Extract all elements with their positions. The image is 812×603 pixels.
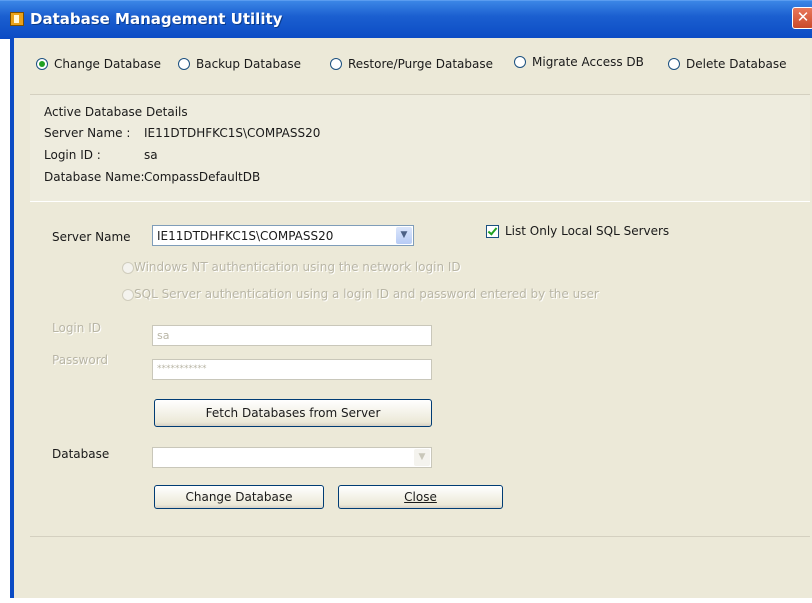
window-bottom-edge: [10, 598, 812, 603]
radio-change-database[interactable]: Change Database: [36, 57, 161, 71]
close-button-label: Close: [404, 490, 437, 504]
close-window-button[interactable]: ✕: [792, 7, 812, 29]
radio-sql-auth[interactable]: [122, 289, 134, 301]
details-server-label: Server Name :: [44, 126, 131, 140]
details-login-label: Login ID :: [44, 148, 101, 162]
radio-migrate-access-db[interactable]: Migrate Access DB: [514, 55, 644, 69]
window-title: Database Management Utility: [30, 10, 283, 28]
radio-circle[interactable]: [178, 58, 190, 70]
radio-restore-purge-database[interactable]: Restore/Purge Database: [330, 57, 493, 71]
details-heading: Active Database Details: [44, 105, 188, 119]
connection-form: Server Name IE11DTDHFKC1S\COMPASS20 ▼ Li…: [30, 201, 810, 537]
details-database-value: CompassDefaultDB: [144, 170, 261, 184]
list-local-sql-servers-checkbox[interactable]: List Only Local SQL Servers: [486, 224, 669, 238]
sql-auth-label: SQL Server authentication using a login …: [134, 287, 599, 301]
radio-label: Restore/Purge Database: [348, 57, 494, 71]
password-input[interactable]: ***********: [152, 359, 432, 380]
password-value: ***********: [157, 364, 207, 374]
radio-circle[interactable]: [330, 58, 342, 70]
details-login-value: sa: [144, 148, 158, 162]
chevron-down-icon[interactable]: ▼: [414, 449, 430, 466]
radio-label: Delete Database: [686, 57, 787, 71]
database-label: Database: [52, 447, 110, 461]
server-name-dropdown[interactable]: IE11DTDHFKC1S\COMPASS20 ▼: [152, 225, 414, 246]
operation-radio-group: Change Database Backup Database Restore/…: [14, 38, 812, 88]
radio-circle[interactable]: [514, 56, 526, 68]
login-id-value: sa: [157, 329, 170, 342]
server-name-label: Server Name: [52, 230, 131, 244]
close-button[interactable]: Close: [338, 485, 503, 509]
radio-circle-checked[interactable]: [36, 58, 48, 70]
login-id-label: Login ID: [52, 321, 101, 335]
windows-auth-label: Windows NT authentication using the netw…: [134, 260, 461, 274]
radio-circle[interactable]: [668, 58, 680, 70]
database-dropdown[interactable]: ▼: [152, 447, 432, 468]
chevron-down-icon[interactable]: ▼: [396, 227, 412, 244]
password-label: Password: [52, 353, 109, 367]
radio-delete-database[interactable]: Delete Database: [668, 57, 787, 71]
login-id-input[interactable]: sa: [152, 325, 432, 346]
change-database-button[interactable]: Change Database: [154, 485, 324, 509]
details-database-label: Database Name:: [44, 170, 145, 184]
radio-label: Change Database: [54, 57, 162, 71]
radio-label: Backup Database: [196, 57, 302, 71]
radio-label: Migrate Access DB: [532, 55, 644, 69]
app-icon: [10, 12, 24, 26]
title-bar[interactable]: Database Management Utility ✕: [0, 0, 812, 39]
server-name-value: IE11DTDHFKC1S\COMPASS20: [157, 229, 334, 243]
checkbox-checked-icon[interactable]: [486, 224, 499, 238]
list-local-label: List Only Local SQL Servers: [505, 224, 670, 238]
details-server-value: IE11DTDHFKC1S\COMPASS20: [144, 126, 321, 140]
fetch-databases-button[interactable]: Fetch Databases from Server: [154, 399, 432, 427]
window-body: Change Database Backup Database Restore/…: [10, 38, 812, 598]
radio-backup-database[interactable]: Backup Database: [178, 57, 301, 71]
radio-windows-auth[interactable]: [122, 262, 134, 274]
